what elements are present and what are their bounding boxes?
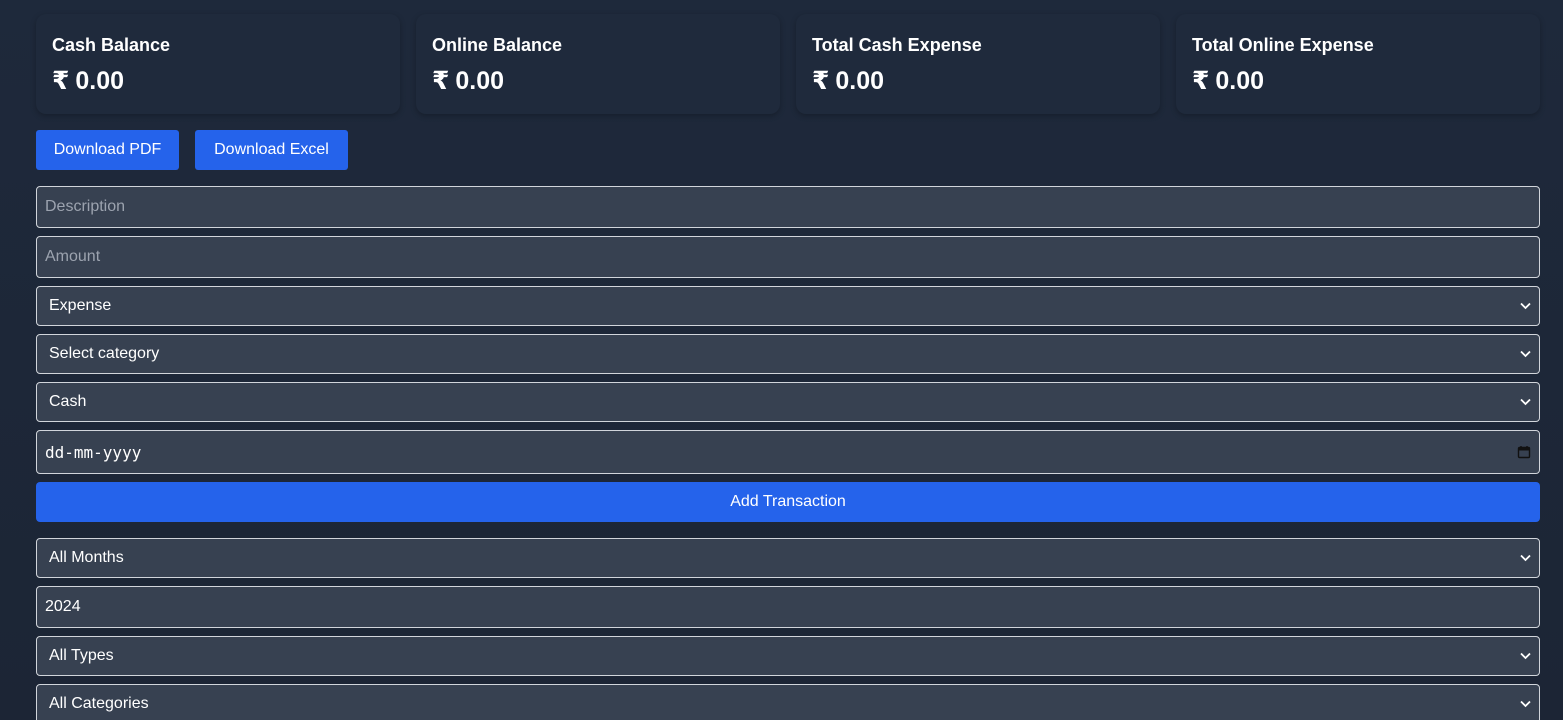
- card-title: Total Online Expense: [1192, 35, 1374, 55]
- type-filter-value: All Types: [49, 647, 114, 664]
- summary-cards: Cash Balance ₹ 0.00 Online Balance ₹ 0.0…: [36, 14, 1540, 114]
- rupee-icon: ₹: [1192, 67, 1210, 95]
- chevron-down-icon: [1519, 300, 1531, 312]
- card-amount: 0.00: [455, 67, 505, 95]
- year-filter-input[interactable]: 2024: [36, 586, 1540, 628]
- cash-balance-card: Cash Balance ₹ 0.00: [36, 14, 400, 114]
- amount-input[interactable]: Amount: [36, 236, 1540, 278]
- rupee-icon: ₹: [432, 67, 450, 95]
- date-input[interactable]: dd-mm-yyyy: [36, 430, 1540, 474]
- total-online-expense-card: Total Online Expense ₹ 0.00: [1176, 14, 1540, 114]
- chevron-down-icon: [1519, 348, 1531, 360]
- amount-placeholder: Amount: [45, 248, 101, 265]
- card-title: Cash Balance: [52, 35, 171, 55]
- card-amount: 0.00: [1215, 67, 1265, 95]
- month-filter-value: All Months: [49, 549, 124, 566]
- category-select-value: Select category: [49, 345, 160, 362]
- download-pdf-button[interactable]: Download PDF: [36, 130, 179, 170]
- rupee-icon: ₹: [52, 67, 70, 95]
- download-actions: Download PDF Download Excel: [36, 130, 348, 170]
- card-title: Total Cash Expense: [812, 35, 982, 55]
- online-balance-card: Online Balance ₹ 0.00: [416, 14, 780, 114]
- category-filter-value: All Categories: [49, 695, 149, 712]
- chevron-down-icon: [1519, 650, 1531, 662]
- card-value: ₹ 0.00: [432, 66, 764, 96]
- chevron-down-icon: [1519, 552, 1531, 564]
- type-select[interactable]: Expense: [36, 286, 1540, 326]
- chevron-down-icon: [1519, 698, 1531, 710]
- total-cash-expense-card: Total Cash Expense ₹ 0.00: [796, 14, 1160, 114]
- card-value: ₹ 0.00: [1192, 66, 1524, 96]
- card-amount: 0.00: [75, 67, 125, 95]
- card-amount: 0.00: [835, 67, 885, 95]
- calendar-icon[interactable]: [1517, 445, 1531, 459]
- description-input[interactable]: Description: [36, 186, 1540, 228]
- card-title: Online Balance: [432, 35, 563, 55]
- card-value: ₹ 0.00: [812, 66, 1144, 96]
- payment-method-select[interactable]: Cash: [36, 382, 1540, 422]
- rupee-icon: ₹: [812, 67, 830, 95]
- payment-method-value: Cash: [49, 393, 87, 410]
- category-select[interactable]: Select category: [36, 334, 1540, 374]
- category-filter-select[interactable]: All Categories: [36, 684, 1540, 720]
- add-transaction-button[interactable]: Add Transaction: [36, 482, 1540, 522]
- type-select-value: Expense: [49, 297, 112, 314]
- chevron-down-icon: [1519, 396, 1531, 408]
- year-filter-value: 2024: [45, 598, 81, 615]
- card-value: ₹ 0.00: [52, 66, 384, 96]
- description-placeholder: Description: [45, 198, 126, 215]
- app-page: Cash Balance ₹ 0.00 Online Balance ₹ 0.0…: [0, 0, 1563, 720]
- month-filter-select[interactable]: All Months: [36, 538, 1540, 578]
- type-filter-select[interactable]: All Types: [36, 636, 1540, 676]
- date-placeholder: dd-mm-yyyy: [45, 442, 142, 462]
- download-excel-button[interactable]: Download Excel: [195, 130, 348, 170]
